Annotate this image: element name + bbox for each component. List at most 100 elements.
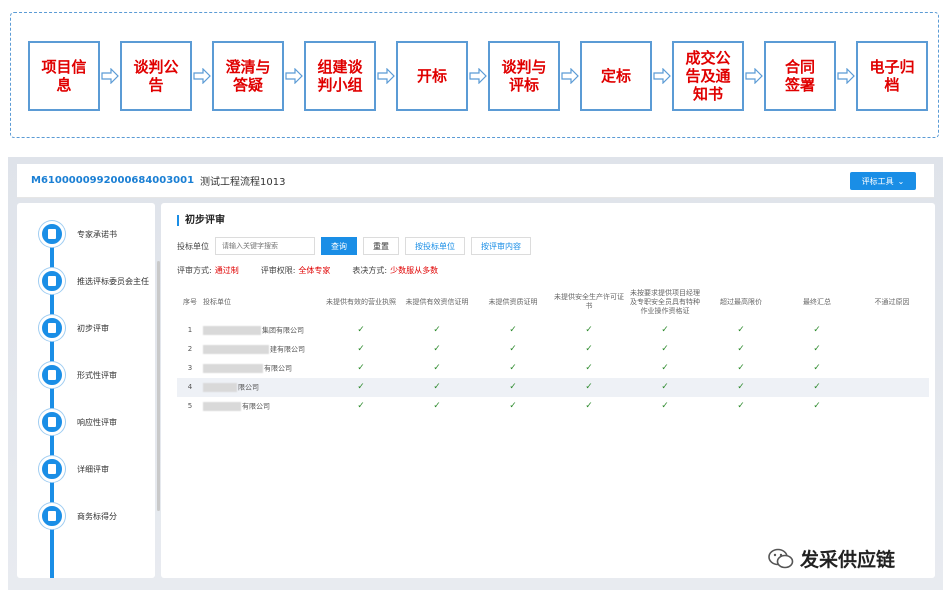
column-header: 未提供有效资信证明: [405, 297, 469, 306]
bidder-name: 建有限公司: [203, 344, 323, 355]
check-icon: ✓: [737, 344, 745, 354]
check-icon: ✓: [509, 344, 517, 354]
step-sidebar: 专家承诺书 推选评标委员会主任 初步评审 形式性评审 响应性评审 详细评审 商务…: [17, 203, 160, 578]
sidebar-item[interactable]: 商务标得分: [39, 503, 159, 529]
process-flow: 项目信 息 谈判公 告 澄清与 答疑 组建谈 判小组 开标 谈判与 评标 定标 …: [10, 12, 939, 138]
arrow-right-icon: [376, 41, 396, 111]
section-title: 初步评审: [177, 215, 225, 226]
check-icon: ✓: [737, 401, 745, 411]
project-name: 测试工程流程1013: [200, 177, 286, 188]
check-icon: ✓: [813, 325, 821, 335]
column-header: 未按要求提供项目经理及专职安全员具有特种作业操作资格证: [630, 288, 700, 315]
bidder-suffix: 建有限公司: [270, 345, 305, 354]
row-number: 4: [187, 383, 193, 391]
check-icon: ✓: [509, 401, 517, 411]
method-label: 评审方式:: [177, 266, 212, 275]
column-header: 超过最高限价: [720, 297, 762, 306]
authority-value: 全体专家: [298, 266, 331, 275]
sidebar-item[interactable]: 专家承诺书: [39, 221, 159, 247]
check-icon: ✓: [433, 363, 441, 373]
query-button[interactable]: 查询: [321, 237, 357, 255]
sidebar-item[interactable]: 推选评标委员会主任: [39, 268, 159, 294]
check-icon: ✓: [433, 325, 441, 335]
table-row[interactable]: 4 限公司 ✓ ✓ ✓ ✓ ✓ ✓ ✓: [177, 378, 929, 397]
document-icon: [39, 268, 65, 294]
sidebar-item-label: 商务标得分: [77, 511, 117, 521]
check-icon: ✓: [357, 382, 365, 392]
sidebar-scrollbar[interactable]: [157, 261, 160, 511]
arrow-right-icon: [100, 41, 120, 111]
table-row[interactable]: 3 有限公司 ✓ ✓ ✓ ✓ ✓ ✓ ✓: [177, 359, 929, 378]
sidebar-item-label: 专家承诺书: [77, 229, 117, 239]
document-icon: [39, 362, 65, 388]
check-icon: ✓: [585, 382, 593, 392]
wechat-icon: [768, 548, 794, 570]
sidebar-item[interactable]: 响应性评审: [39, 409, 159, 435]
redacted-text: [203, 382, 237, 392]
check-icon: ✓: [509, 382, 517, 392]
check-icon: ✓: [357, 344, 365, 354]
table-row[interactable]: 2 建有限公司 ✓ ✓ ✓ ✓ ✓ ✓ ✓: [177, 340, 929, 359]
flow-step: 谈判与 评标: [488, 41, 560, 111]
sidebar-item-label: 形式性评审: [77, 370, 117, 380]
by-bidder-button[interactable]: 按投标单位: [405, 237, 465, 255]
bidder-suffix: 集团有限公司: [262, 326, 304, 335]
redacted-text: [203, 363, 263, 373]
check-icon: ✓: [357, 363, 365, 373]
row-number: 2: [187, 345, 193, 353]
flow-step: 电子归 档: [856, 41, 928, 111]
redacted-text: [203, 401, 241, 411]
document-icon: [39, 315, 65, 341]
bidder-name: 集团有限公司: [203, 325, 323, 336]
check-icon: ✓: [433, 344, 441, 354]
flow-step: 定标: [580, 41, 652, 111]
search-input[interactable]: [215, 237, 315, 255]
check-icon: ✓: [661, 401, 669, 411]
bidder-name: 有限公司: [203, 401, 323, 412]
sidebar-item[interactable]: 初步评审: [39, 315, 159, 341]
check-icon: ✓: [585, 363, 593, 373]
bidder-suffix: 限公司: [238, 383, 259, 392]
check-icon: ✓: [661, 344, 669, 354]
review-table: 序号 投标单位 未提供有效的营业执照 未提供有效资信证明 未提供资质证明 未提供…: [177, 283, 929, 416]
bidder-suffix: 有限公司: [264, 364, 292, 373]
check-icon: ✓: [737, 382, 745, 392]
check-icon: ✓: [813, 401, 821, 411]
column-header: 未提供资质证明: [488, 297, 538, 306]
arrow-right-icon: [652, 41, 672, 111]
sidebar-item[interactable]: 详细评审: [39, 456, 159, 482]
flow-step: 组建谈 判小组: [304, 41, 376, 111]
check-icon: ✓: [661, 325, 669, 335]
check-icon: ✓: [661, 382, 669, 392]
row-number: 3: [187, 364, 193, 372]
check-icon: ✓: [357, 401, 365, 411]
table-row[interactable]: 5 有限公司 ✓ ✓ ✓ ✓ ✓ ✓ ✓: [177, 397, 929, 416]
bidder-name: 限公司: [203, 382, 323, 393]
authority-label: 评审权限:: [260, 266, 296, 275]
sidebar-item[interactable]: 形式性评审: [39, 362, 159, 388]
vote-label: 表决方式:: [352, 266, 388, 275]
reset-button[interactable]: 重置: [363, 237, 399, 255]
arrow-right-icon: [744, 41, 764, 111]
evaluation-screen: M6100000992000684003001 测试工程流程1013 评标工具 …: [8, 157, 943, 590]
flow-step: 开标: [396, 41, 468, 111]
table-header: 序号 投标单位 未提供有效的营业执照 未提供有效资信证明 未提供资质证明 未提供…: [177, 283, 929, 321]
eval-tools-button[interactable]: 评标工具 ⌄: [850, 172, 916, 190]
check-icon: ✓: [813, 344, 821, 354]
check-icon: ✓: [813, 382, 821, 392]
vote-value: 少数服从多数: [390, 266, 439, 275]
by-content-button[interactable]: 按评审内容: [471, 237, 531, 255]
check-icon: ✓: [737, 325, 745, 335]
project-code: M6100000992000684003001: [31, 175, 195, 186]
check-icon: ✓: [433, 382, 441, 392]
column-header: 未提供有效的营业执照: [326, 297, 396, 306]
sidebar-item-label: 初步评审: [77, 323, 109, 333]
document-icon: [39, 456, 65, 482]
table-row[interactable]: 1 集团有限公司 ✓ ✓ ✓ ✓ ✓ ✓ ✓: [177, 321, 929, 340]
row-number: 5: [187, 402, 193, 410]
arrow-right-icon: [284, 41, 304, 111]
check-icon: ✓: [509, 363, 517, 373]
app-header: M6100000992000684003001 测试工程流程1013 评标工具 …: [17, 164, 934, 198]
watermark-text: 发采供应链: [800, 549, 896, 571]
main-panel: 初步评审 投标单位 查询 重置 按投标单位 按评审内容 评审方式:通过制 评审权…: [161, 203, 935, 578]
